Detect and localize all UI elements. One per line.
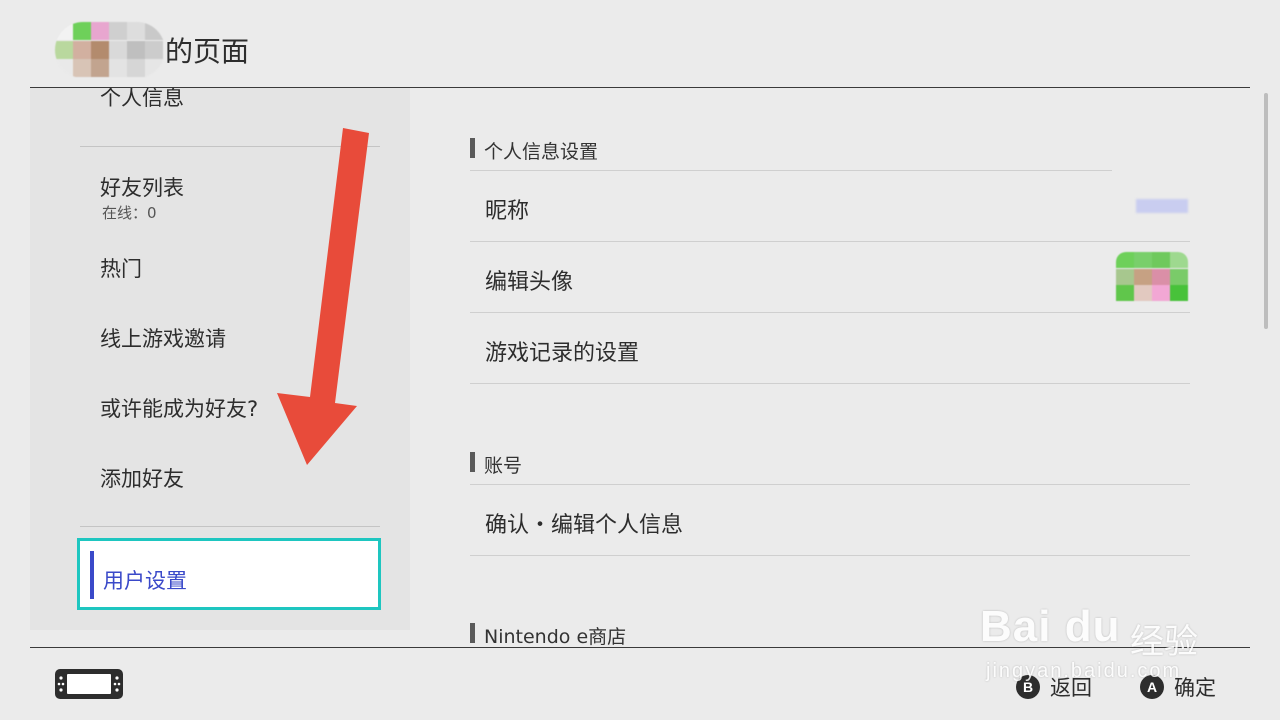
- nickname-row[interactable]: 昵称: [470, 171, 1190, 242]
- baidu-watermark: Bai du 经验 jingyan.baidu.com: [980, 580, 1220, 690]
- account-info-row[interactable]: 确认・编辑个人信息: [470, 485, 1190, 556]
- sidebar-item-trending[interactable]: 热门: [100, 253, 142, 283]
- section-header-account: 账号: [470, 451, 522, 478]
- page-header: 的页面: [0, 0, 1280, 88]
- nickname-value: [1136, 199, 1188, 213]
- row-label: 确认・编辑个人信息: [485, 513, 684, 538]
- watermark-logo: Bai du: [980, 602, 1121, 651]
- sidebar-item-label: 用户设置: [103, 569, 187, 593]
- friend-online-count: 在线：0: [102, 204, 157, 222]
- row-label: 游戏记录的设置: [485, 341, 640, 366]
- edit-avatar-row[interactable]: 编辑头像: [470, 242, 1190, 313]
- annotation-arrow: [277, 128, 369, 465]
- row-label: 编辑头像: [485, 270, 574, 295]
- watermark-url: jingyan.baidu.com: [986, 660, 1182, 682]
- sidebar-item-profile[interactable]: 个人信息: [100, 88, 184, 112]
- play-activity-settings-row[interactable]: 游戏记录的设置: [470, 313, 1190, 384]
- user-avatar: [55, 22, 165, 78]
- scrollbar[interactable]: [1264, 93, 1268, 329]
- section-header-eshop: Nintendo e商店: [470, 622, 626, 649]
- page-title: 的页面: [165, 35, 250, 68]
- avatar-thumbnail: [1116, 252, 1188, 302]
- selection-indicator: [90, 551, 94, 599]
- sidebar-item-friend-list[interactable]: 好友列表: [100, 172, 184, 202]
- section-header-profile-settings: 个人信息设置: [470, 137, 598, 164]
- console-icon: [55, 669, 123, 699]
- row-label: 昵称: [485, 199, 530, 224]
- sidebar-item-add-friend[interactable]: 添加好友: [100, 463, 184, 493]
- sidebar-item-online-invites[interactable]: 线上游戏邀请: [100, 323, 226, 353]
- sidebar-item-user-settings[interactable]: 用户设置: [77, 538, 381, 610]
- sidebar-divider: [80, 526, 380, 527]
- watermark-text: 经验: [1130, 622, 1198, 662]
- sidebar-item-suggested-friends[interactable]: 或许能成为好友?: [100, 393, 258, 423]
